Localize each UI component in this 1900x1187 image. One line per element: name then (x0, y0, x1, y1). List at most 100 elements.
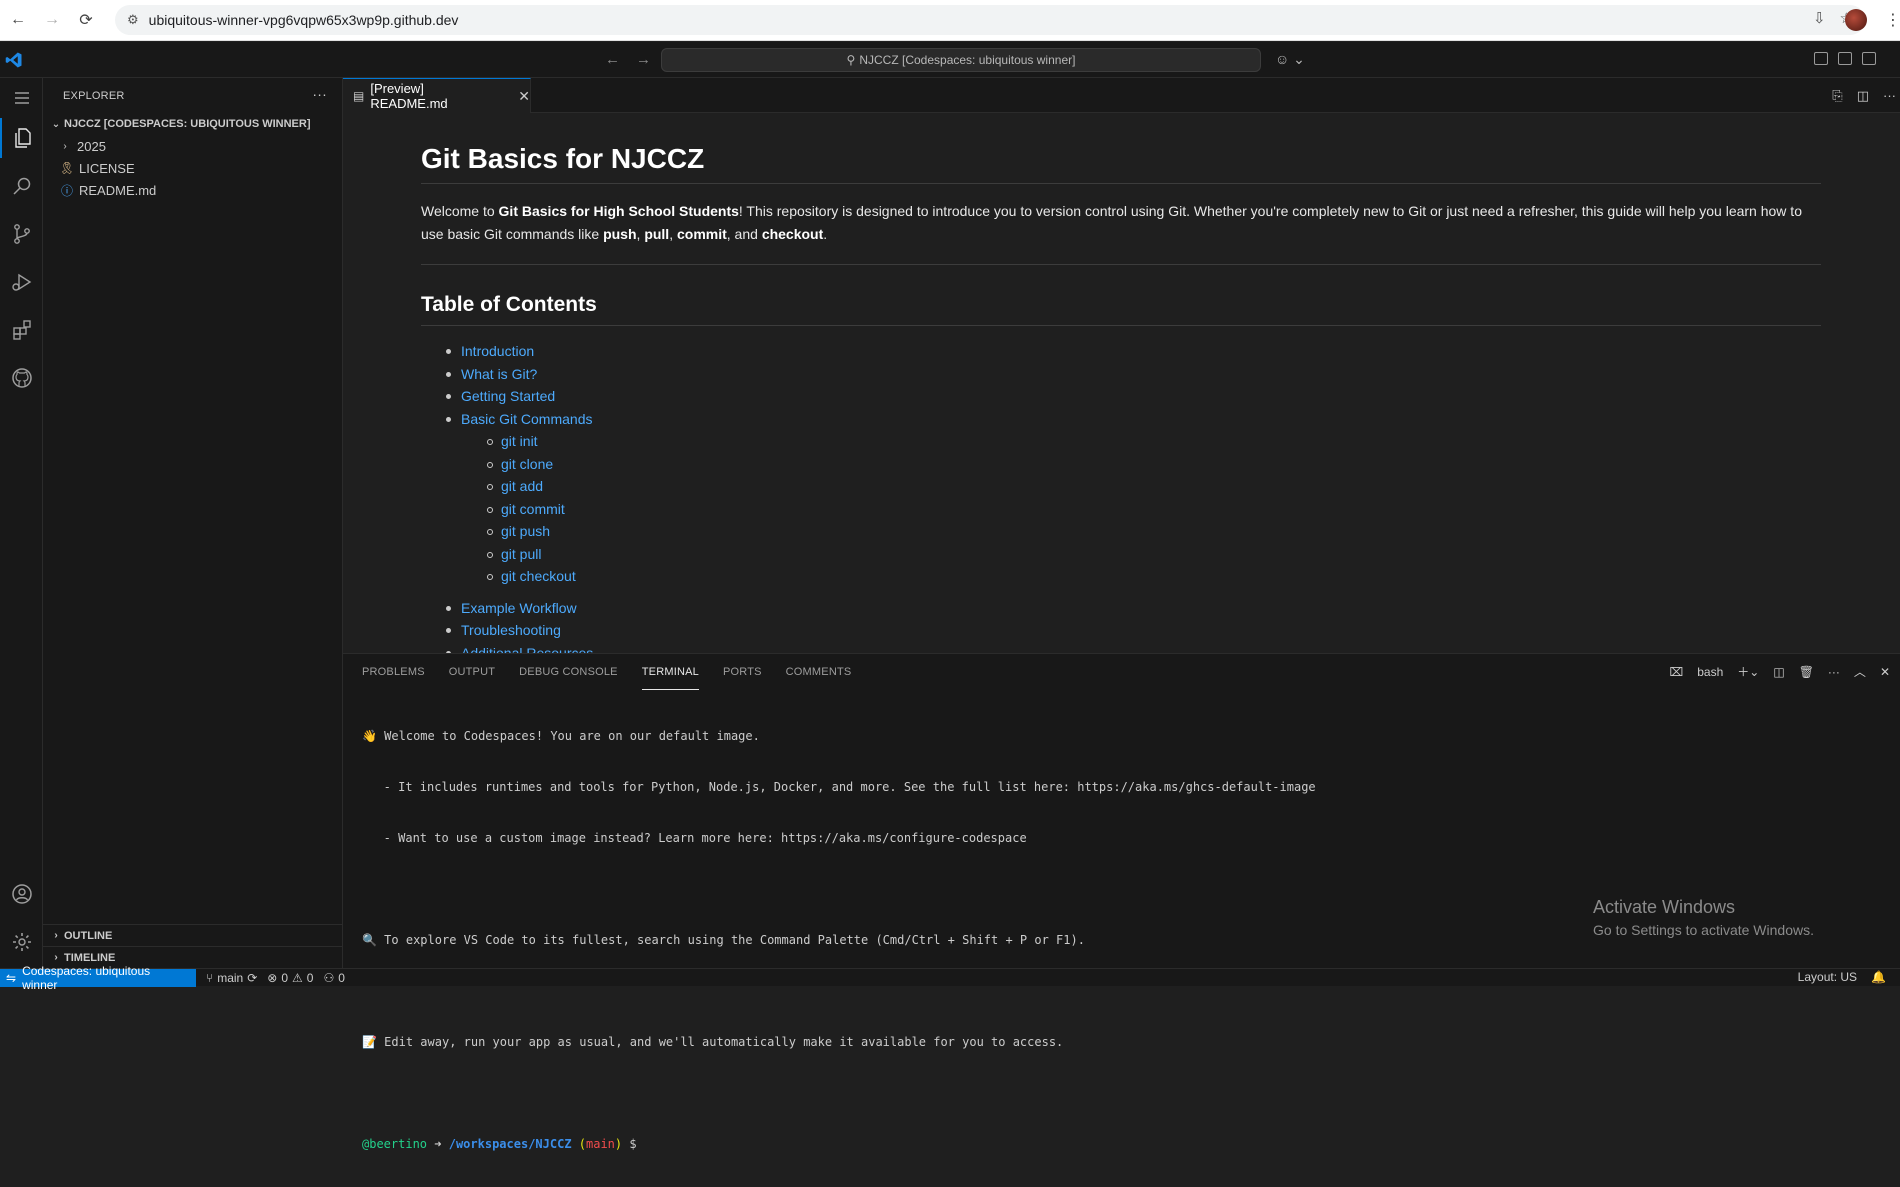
chevron-down-icon: ⌄ (51, 118, 61, 130)
toc-link[interactable]: What is Git? (461, 366, 537, 382)
split-terminal-icon[interactable]: ◫ (1773, 665, 1784, 679)
license-icon: 🎗 (59, 161, 75, 175)
tab-label: [Preview] README.md (370, 81, 448, 111)
terminal-line: - It includes runtimes and tools for Pyt… (362, 780, 1316, 794)
toggle-secondary-sidebar-icon[interactable] (1862, 52, 1876, 65)
toc-link[interactable]: git add (501, 478, 543, 494)
toc-link[interactable]: Introduction (461, 343, 534, 359)
ports-indicator[interactable]: ⚇ 0 (323, 971, 344, 985)
tab-terminal[interactable]: TERMINAL (641, 654, 699, 690)
list-item: git pull (421, 543, 1821, 566)
tab-output[interactable]: OUTPUT (449, 654, 495, 690)
toc-link[interactable]: git checkout (501, 568, 576, 584)
explorer-header: EXPLORER ··· (43, 78, 342, 113)
toc-link[interactable]: Example Workflow (461, 600, 577, 616)
error-icon: ⊗ (267, 970, 278, 985)
extensions-icon[interactable] (0, 310, 43, 350)
timeline-label: TIMELINE (64, 951, 116, 964)
toc-link[interactable]: Getting Started (461, 388, 555, 404)
site-settings-icon[interactable]: ⚙ (127, 12, 139, 28)
command-center-search[interactable]: ⚲ NJCCZ [Codespaces: ubiquitous winner] (661, 48, 1261, 72)
install-app-icon[interactable]: ⇩ (1813, 9, 1826, 27)
github-icon[interactable] (0, 358, 43, 398)
toc-link[interactable]: Troubleshooting (461, 622, 561, 638)
tree-item-file[interactable]: ⓘ README.md (43, 179, 342, 201)
tab-comments[interactable]: COMMENTS (786, 654, 852, 690)
tab-problems[interactable]: PROBLEMS (362, 654, 425, 690)
terminal-line: 📝 Edit away, run your app as usual, and … (362, 1035, 1064, 1049)
list-item: Troubleshooting (421, 619, 1821, 642)
url-text[interactable]: ubiquitous-winner-vpg6vqpw65x3wp9p.githu… (149, 12, 459, 28)
maximize-panel-icon[interactable]: ︿ (1854, 663, 1866, 680)
bottom-panel: PROBLEMS OUTPUT DEBUG CONSOLE TERMINAL P… (343, 653, 1900, 1151)
sync-icon[interactable]: ⟳ (247, 971, 257, 985)
open-source-icon[interactable]: ⎘ (1832, 88, 1842, 104)
explorer-icon[interactable] (0, 118, 43, 158)
list-item: git checkout (421, 565, 1821, 588)
toggle-panel-icon[interactable] (1838, 52, 1852, 65)
trash-icon[interactable]: 🗑 (1799, 665, 1814, 679)
workspace-root[interactable]: ⌄ NJCCZ [CODESPACES: UBIQUITOUS WINNER] (43, 113, 342, 135)
browser-toolbar: ← → ⟳ ⚙ ubiquitous-winner-vpg6vqpw65x3wp… (0, 0, 1900, 41)
tab-ports[interactable]: PORTS (723, 654, 762, 690)
more-actions-icon[interactable]: ··· (312, 86, 327, 102)
more-actions-icon[interactable]: ··· (1828, 665, 1840, 679)
nav-back-icon[interactable]: ← (605, 51, 620, 68)
split-editor-icon[interactable]: ◫ (1857, 88, 1869, 104)
toc-list: Introduction What is Git? Getting Starte… (421, 340, 1821, 653)
vscode-logo-icon[interactable] (5, 51, 23, 69)
accounts-icon[interactable] (0, 874, 43, 914)
terminal-output[interactable]: 👋 Welcome to Codespaces! You are on our … (362, 694, 1862, 1187)
source-control-icon[interactable] (0, 214, 43, 254)
settings-gear-icon[interactable] (0, 922, 43, 962)
command-center-label: NJCCZ [Codespaces: ubiquitous winner] (859, 53, 1076, 67)
search-icon[interactable] (0, 166, 43, 206)
forward-arrow-icon[interactable]: → (40, 8, 64, 32)
browser-menu-icon[interactable]: ⋮ (1885, 10, 1900, 30)
branch-indicator[interactable]: ⑂ main ⟳ (206, 971, 257, 985)
reload-icon[interactable]: ⟳ (74, 8, 98, 32)
tab-debug-console[interactable]: DEBUG CONSOLE (519, 654, 618, 690)
toc-link[interactable]: git push (501, 523, 550, 539)
explorer-sidebar: EXPLORER ··· ⌄ NJCCZ [CODESPACES: UBIQUI… (43, 78, 343, 968)
toc-link[interactable]: git commit (501, 501, 565, 517)
profile-avatar[interactable] (1845, 9, 1867, 31)
toggle-sidebar-icon[interactable] (1814, 52, 1828, 65)
remote-indicator[interactable]: ⇋ Codespaces: ubiquitous winner (0, 964, 196, 992)
toc-link[interactable]: git clone (501, 456, 553, 472)
new-terminal-icon[interactable]: ＋⌄ (1737, 663, 1759, 680)
divider (421, 264, 1821, 265)
tree-item-folder[interactable]: › 2025 (43, 135, 342, 157)
menu-icon[interactable] (0, 78, 43, 118)
nav-forward-icon[interactable]: → (636, 51, 651, 68)
chevron-right-icon: › (54, 952, 58, 963)
toc-link[interactable]: Basic Git Commands (461, 411, 592, 427)
list-item: Introduction (421, 340, 1821, 363)
toc-link[interactable]: git pull (501, 546, 541, 562)
close-icon[interactable]: ✕ (518, 88, 530, 105)
doc-title: Git Basics for NJCCZ (421, 114, 1821, 184)
toc-link[interactable]: Additional Resources (461, 645, 593, 654)
close-panel-icon[interactable]: ✕ (1880, 665, 1890, 679)
copilot-icon[interactable]: ☺ ⌄ (1275, 51, 1305, 68)
run-debug-icon[interactable] (0, 262, 43, 302)
notifications-bell-icon[interactable]: 🔔 (1871, 970, 1886, 984)
list-item: Additional Resources (421, 642, 1821, 654)
errors-count: 0 (281, 970, 289, 985)
more-actions-icon[interactable]: ··· (1883, 88, 1896, 104)
tab-readme-preview[interactable]: ▤ [Preview] README.md ✕ (343, 78, 531, 113)
problems-indicator[interactable]: ⊗ 0 ⚠ 0 (267, 971, 313, 985)
outline-section[interactable]: › OUTLINE (43, 924, 343, 946)
shell-label[interactable]: bash (1697, 665, 1723, 679)
tree-item-file[interactable]: 🎗 LICENSE (43, 157, 342, 179)
keyboard-layout[interactable]: Layout: US (1798, 970, 1857, 984)
branch-icon: ⑂ (206, 970, 214, 985)
markdown-preview: Git Basics for NJCCZ Welcome to Git Basi… (343, 114, 1900, 653)
back-arrow-icon[interactable]: ← (6, 8, 30, 32)
outline-label: OUTLINE (64, 929, 113, 942)
toc-link[interactable]: git init (501, 433, 538, 449)
warnings-count: 0 (306, 970, 314, 985)
address-bar[interactable]: ⚙ ubiquitous-winner-vpg6vqpw65x3wp9p.git… (115, 5, 1865, 35)
branch-label: main (217, 970, 244, 985)
list-item: Getting Started (421, 385, 1821, 408)
